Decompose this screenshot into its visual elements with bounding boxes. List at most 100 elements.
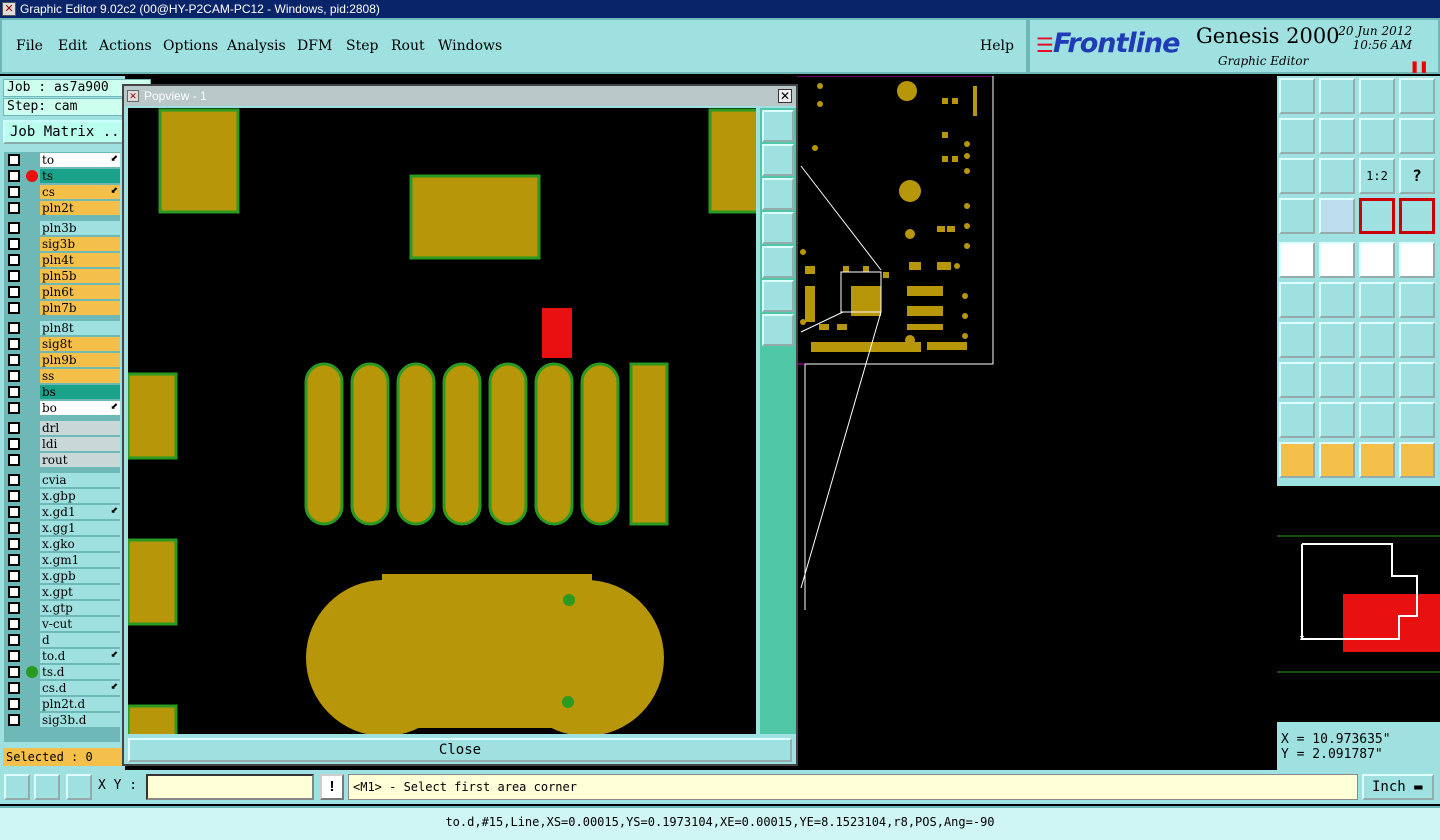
layer-name[interactable]: x.gko — [40, 537, 120, 551]
alert-icon[interactable]: ! — [320, 774, 344, 800]
layer-row[interactable]: v-cut — [4, 616, 120, 632]
zoom-1-2-icon[interactable]: 1:2 — [1359, 158, 1395, 194]
layer-row[interactable]: pln2t — [4, 200, 120, 216]
layer-row[interactable]: pln2t.d — [4, 696, 120, 712]
pan-down-icon[interactable] — [1319, 78, 1355, 114]
layer-row[interactable]: to ⬋ — [4, 152, 120, 168]
layer-name[interactable]: sig3b — [40, 237, 120, 251]
layer-name[interactable]: pln2t — [40, 201, 120, 215]
move-node-icon[interactable] — [1359, 282, 1395, 318]
layer-row[interactable]: pln9b — [4, 352, 120, 368]
layer-checkbox[interactable] — [8, 570, 20, 582]
layer-checkbox[interactable] — [8, 354, 20, 366]
layer-name[interactable]: bo — [40, 401, 120, 415]
snap-grid-icon[interactable] — [66, 774, 92, 800]
layer-checkbox[interactable] — [8, 714, 20, 726]
layer-name[interactable]: x.gpb — [40, 569, 120, 583]
layer-name[interactable]: rout — [40, 453, 120, 467]
triangle-3-icon[interactable] — [1359, 402, 1395, 438]
layer-checkbox[interactable] — [8, 202, 20, 214]
zoom-center-icon[interactable] — [1319, 158, 1355, 194]
layer-name[interactable]: drl — [40, 421, 120, 435]
popview-pan-down-icon[interactable] — [762, 178, 794, 210]
graphic-canvas[interactable] — [797, 76, 1277, 770]
layer-checkbox[interactable] — [8, 422, 20, 434]
menu-dfm[interactable]: DFM — [297, 38, 332, 54]
menu-edit[interactable]: Edit — [58, 38, 87, 54]
select-pointer-icon[interactable] — [1279, 442, 1315, 478]
layer-name[interactable]: pln7b — [40, 301, 120, 315]
pause-icon[interactable]: ❚❚ — [1410, 60, 1428, 73]
layer-checkbox[interactable] — [8, 286, 20, 298]
layer-checkbox[interactable] — [8, 682, 20, 694]
layer-checkbox[interactable] — [8, 370, 20, 382]
layer-row[interactable]: cs.d ⬋ — [4, 680, 120, 696]
popview-zoom-in-icon[interactable] — [762, 280, 794, 312]
layer-row[interactable]: drl — [4, 420, 120, 436]
pan-left-icon[interactable] — [1279, 118, 1315, 154]
layer-row[interactable]: x.gpt — [4, 584, 120, 600]
delete-node-icon[interactable] — [1319, 282, 1355, 318]
add-node-icon[interactable] — [1399, 282, 1435, 318]
layer-row[interactable]: d — [4, 632, 120, 648]
layer-row[interactable]: x.gbp — [4, 488, 120, 504]
layer-checkbox[interactable] — [8, 554, 20, 566]
layer-row[interactable]: x.gg1 — [4, 520, 120, 536]
layer-name[interactable]: x.gm1 — [40, 553, 120, 567]
layer-checkbox[interactable] — [8, 650, 20, 662]
layer-name[interactable]: to — [40, 153, 120, 167]
layer-name[interactable]: pln3b — [40, 221, 120, 235]
menu-actions[interactable]: Actions — [99, 38, 152, 54]
layer-name[interactable]: sig3b.d — [40, 713, 120, 727]
layer-name[interactable]: ss — [40, 369, 120, 383]
layer-checkbox[interactable] — [8, 618, 20, 630]
layer-row[interactable]: pln8t — [4, 320, 120, 336]
layer-name[interactable]: x.gd1 — [40, 505, 120, 519]
pad-group-icon[interactable] — [1399, 362, 1435, 398]
redo-view-icon[interactable] — [1399, 118, 1435, 154]
split-view-icon[interactable] — [1399, 78, 1435, 114]
measure-tool-icon[interactable] — [34, 774, 60, 800]
menu-options[interactable]: Options — [163, 38, 218, 54]
layer-row[interactable]: ts.d — [4, 664, 120, 680]
layer-checkbox[interactable] — [8, 222, 20, 234]
layer-row[interactable]: pln3b — [4, 220, 120, 236]
menu-windows[interactable]: Windows — [438, 38, 502, 54]
popview-title-bar[interactable]: ✕ Popview - 1 — [124, 86, 796, 106]
layer-row[interactable]: bo ⬋ — [4, 400, 120, 416]
layer-name[interactable]: cvia — [40, 473, 120, 487]
xy-input[interactable] — [146, 774, 314, 800]
split-line-icon[interactable] — [1319, 362, 1355, 398]
zoom-fit-icon[interactable] — [1279, 158, 1315, 194]
select-net-icon[interactable] — [1399, 442, 1435, 478]
layer-checkbox[interactable] — [8, 586, 20, 598]
layer-name[interactable]: pln2t.d — [40, 697, 120, 711]
resize-icon[interactable] — [1359, 362, 1395, 398]
layer-row[interactable]: sig3b.d — [4, 712, 120, 728]
popview-pan-up-icon[interactable] — [762, 144, 794, 176]
layer-row[interactable]: pln5b — [4, 268, 120, 284]
layer-row[interactable]: x.gd1 ⬋ — [4, 504, 120, 520]
layer-checkbox[interactable] — [8, 402, 20, 414]
arc-icon[interactable] — [1359, 322, 1395, 358]
layer-row[interactable]: pln4t — [4, 252, 120, 268]
layer-checkbox[interactable] — [8, 454, 20, 466]
select-box-icon[interactable] — [1319, 442, 1355, 478]
layer-checkbox[interactable] — [8, 698, 20, 710]
pan-up-icon[interactable] — [1279, 78, 1315, 114]
layer-row[interactable]: pln6t — [4, 284, 120, 300]
popview-zoom-out-icon[interactable] — [762, 314, 794, 346]
popview-zoom-window-icon[interactable] — [762, 110, 794, 142]
layer-checkbox[interactable] — [8, 270, 20, 282]
layer-checkbox[interactable] — [8, 322, 20, 334]
layer-name[interactable]: pln5b — [40, 269, 120, 283]
layer-checkbox[interactable] — [8, 386, 20, 398]
layer-name[interactable]: bs — [40, 385, 120, 399]
layer-checkbox[interactable] — [8, 666, 20, 678]
menu-rout[interactable]: Rout — [391, 38, 425, 54]
home-icon[interactable] — [1359, 78, 1395, 114]
layer-name[interactable]: v-cut — [40, 617, 120, 631]
layer-row[interactable]: ss — [4, 368, 120, 384]
layer-row[interactable]: to.d ⬋ — [4, 648, 120, 664]
zoom-box-icon[interactable] — [4, 774, 30, 800]
